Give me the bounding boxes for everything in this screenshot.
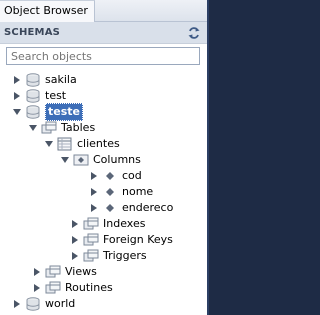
tree-node-label: Indexes (103, 217, 146, 230)
expand-arrow-icon[interactable] (89, 203, 99, 213)
column-icon (106, 204, 114, 212)
panel-titlebar: Object Browser (0, 0, 207, 22)
table-icon (57, 137, 72, 151)
routines-folder-icon (45, 281, 61, 294)
tree-node-routines[interactable]: Routines (32, 280, 113, 296)
tree-node-sakila[interactable]: sakila (12, 72, 77, 88)
database-icon (26, 297, 40, 311)
tree-node-label: test (45, 89, 67, 102)
panel-title: Object Browser (4, 3, 88, 17)
refresh-icon[interactable] (187, 26, 201, 40)
panel-title-tab[interactable]: Object Browser (0, 0, 95, 22)
tree-node-label: Foreign Keys (103, 233, 173, 246)
expand-arrow-icon[interactable] (70, 251, 80, 261)
triggers-folder-icon (83, 249, 99, 262)
tree-node-column-cod[interactable]: cod (89, 168, 142, 184)
tree-node-label: Tables (61, 121, 96, 134)
tree-node-views[interactable]: Views (32, 264, 97, 280)
tree-node-teste[interactable]: teste (12, 103, 83, 121)
tree-node-test[interactable]: test (12, 88, 66, 104)
tree-node-world[interactable]: world (12, 296, 75, 312)
search-container (0, 44, 207, 68)
expand-arrow-icon[interactable] (89, 187, 99, 197)
tables-folder-icon (41, 121, 57, 134)
collapse-arrow-icon[interactable] (12, 107, 22, 117)
columns-folder-icon (73, 154, 89, 166)
tree-node-label: Routines (65, 281, 113, 294)
tree-node-label: Triggers (103, 249, 147, 262)
expand-arrow-icon[interactable] (12, 91, 22, 101)
tree-node-label: clientes (77, 137, 120, 150)
schemas-header: SCHEMAS (0, 22, 207, 44)
column-icon (106, 188, 114, 196)
tree-node-triggers[interactable]: Triggers (70, 248, 147, 264)
tree-node-label: sakila (45, 73, 77, 86)
expand-arrow-icon[interactable] (32, 267, 42, 277)
views-folder-icon (45, 265, 61, 278)
expand-arrow-icon[interactable] (89, 171, 99, 181)
tree-node-tables[interactable]: Tables (28, 120, 95, 136)
tree-node-label: Columns (93, 153, 141, 166)
tree-node-indexes[interactable]: Indexes (70, 216, 145, 232)
foreign-keys-folder-icon (83, 233, 99, 246)
tree-node-columns[interactable]: Columns (60, 152, 141, 168)
database-icon (26, 73, 40, 87)
tree-node-label: Views (65, 265, 97, 278)
expand-arrow-icon[interactable] (70, 235, 80, 245)
collapse-arrow-icon[interactable] (28, 123, 38, 133)
expand-arrow-icon[interactable] (12, 299, 22, 309)
expand-arrow-icon[interactable] (12, 75, 22, 85)
schemas-label: SCHEMAS (4, 27, 61, 38)
tree-node-label: nome (122, 185, 154, 198)
indexes-folder-icon (83, 217, 99, 230)
tree-node-column-endereco[interactable]: endereco (89, 200, 173, 216)
column-icon (106, 172, 114, 180)
tree-node-column-nome[interactable]: nome (89, 184, 153, 200)
expand-arrow-icon[interactable] (32, 283, 42, 293)
expand-arrow-icon[interactable] (70, 219, 80, 229)
tree-node-label: cod (122, 169, 142, 182)
object-browser-panel: Object Browser SCHEMAS sakila (0, 0, 209, 315)
tree-node-clientes[interactable]: clientes (44, 136, 120, 152)
tree-node-foreign-keys[interactable]: Foreign Keys (70, 232, 173, 248)
search-input[interactable] (6, 47, 200, 65)
collapse-arrow-icon[interactable] (60, 155, 70, 165)
tree-node-label: world (45, 297, 76, 310)
database-icon (26, 89, 40, 103)
tree-node-label: endereco (122, 201, 174, 214)
collapse-arrow-icon[interactable] (44, 139, 54, 149)
tree-node-label-selected: teste (45, 103, 83, 121)
database-icon (26, 105, 40, 119)
